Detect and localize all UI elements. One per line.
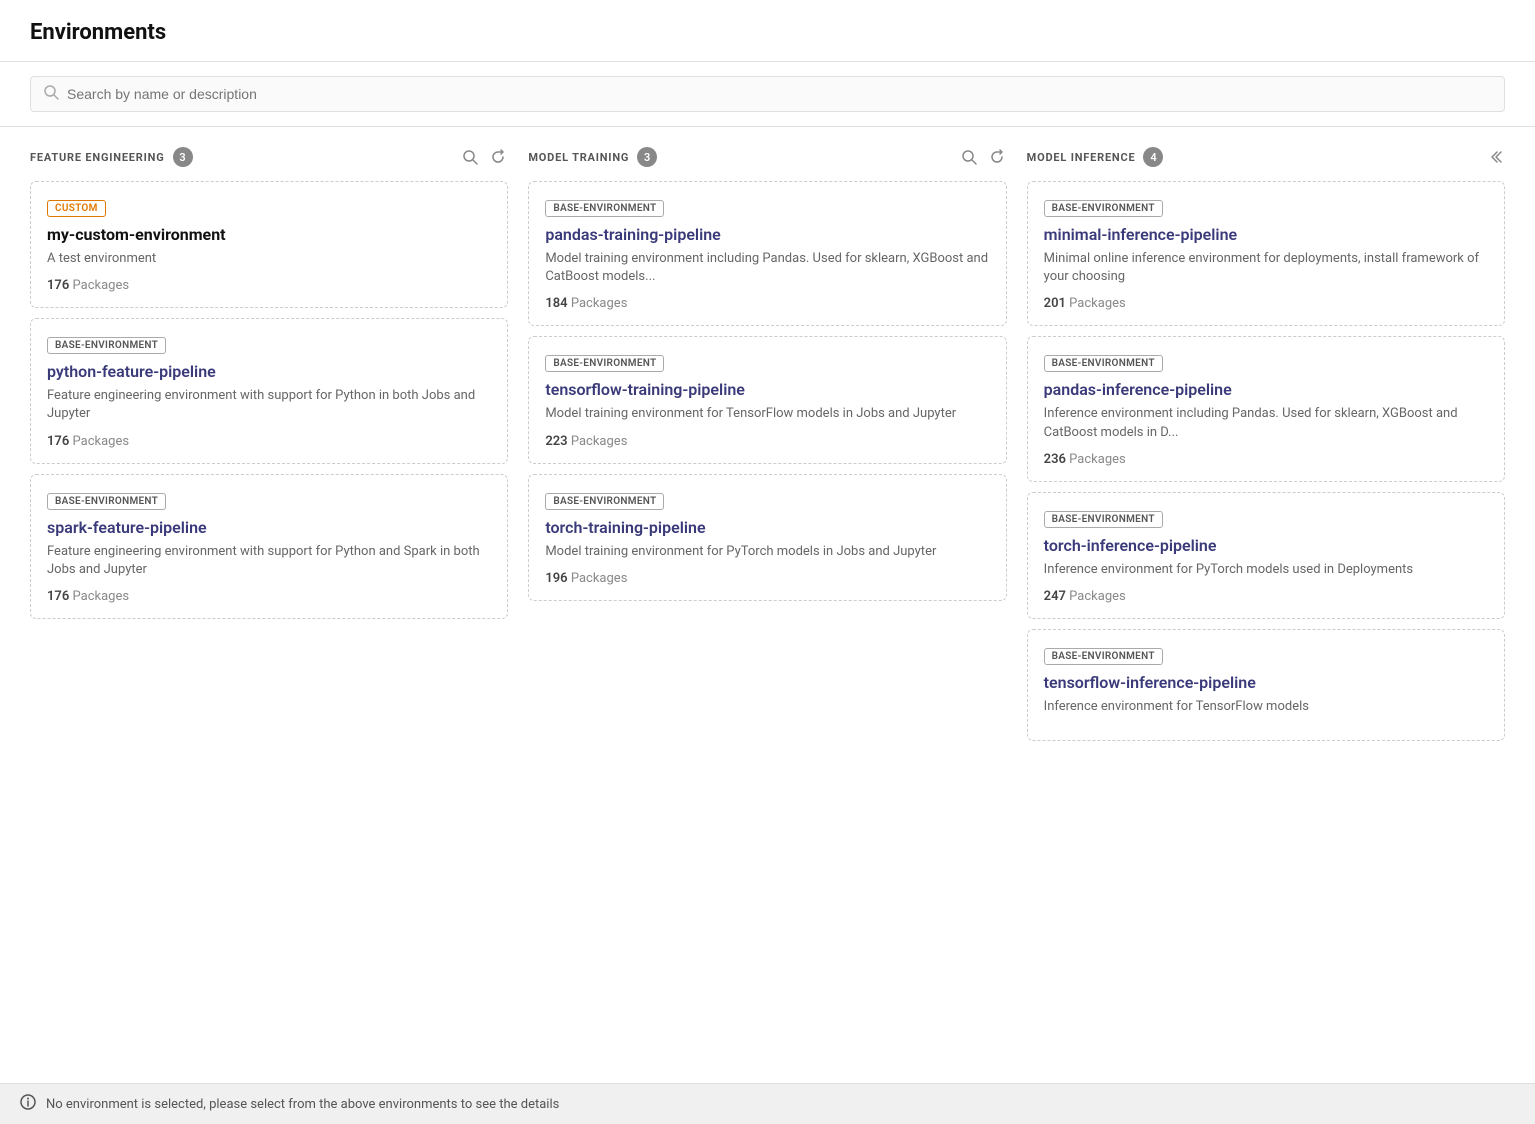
card-packages-model-inference-0: 201 Packages [1044, 296, 1488, 311]
card-model-inference-3[interactable]: BASE-ENVIRONMENT tensorflow-inference-pip… [1027, 629, 1505, 741]
card-desc-model-inference-0: Minimal online inference environment for… [1044, 250, 1488, 286]
card-desc-model-training-0: Model training environment including Pan… [545, 250, 989, 286]
card-packages-model-inference-1: 236 Packages [1044, 452, 1488, 467]
search-bar [0, 62, 1535, 127]
cards-list-model-inference: BASE-ENVIRONMENT minimal-inference-pipeli… [1027, 181, 1505, 1057]
badge-model-inference-2: BASE-ENVIRONMENT [1044, 511, 1163, 528]
search-icon [43, 84, 59, 104]
badge-model-training-1: BASE-ENVIRONMENT [545, 355, 664, 372]
search-input-wrapper[interactable] [30, 76, 1505, 112]
search-action-btn-feature-engineering[interactable] [460, 147, 480, 167]
column-title-feature-engineering: FEATURE ENGINEERING [30, 151, 165, 164]
card-packages-model-training-1: 223 Packages [545, 434, 989, 449]
card-desc-model-inference-1: Inference environment including Pandas. … [1044, 405, 1488, 441]
card-name-model-inference-1: pandas-inference-pipeline [1044, 380, 1488, 399]
card-packages-feature-engineering-0: 176 Packages [47, 278, 491, 293]
card-desc-model-inference-3: Inference environment for TensorFlow mod… [1044, 698, 1488, 716]
card-desc-model-training-2: Model training environment for PyTorch m… [545, 543, 989, 561]
refresh-action-btn-feature-engineering[interactable] [488, 147, 508, 167]
card-model-inference-2[interactable]: BASE-ENVIRONMENT torch-inference-pipeline… [1027, 492, 1505, 619]
badge-model-training-2: BASE-ENVIRONMENT [545, 493, 664, 510]
card-feature-engineering-2[interactable]: BASE-ENVIRONMENT spark-feature-pipeline Fe… [30, 474, 508, 619]
column-model-training: MODEL TRAINING 3 BASE-ENVIRONMENT pandas-t… [528, 147, 1006, 1063]
status-bar: No environment is selected, please selec… [0, 1083, 1535, 1124]
card-feature-engineering-1[interactable]: BASE-ENVIRONMENT python-feature-pipeline F… [30, 318, 508, 463]
card-name-model-training-1: tensorflow-training-pipeline [545, 380, 989, 399]
search-action-btn-model-training[interactable] [959, 147, 979, 167]
column-feature-engineering: FEATURE ENGINEERING 3 CUSTOM my-custom-env… [30, 147, 508, 1063]
page-header: Environments [0, 0, 1535, 62]
column-header-model-training: MODEL TRAINING 3 [528, 147, 1006, 167]
card-model-training-1[interactable]: BASE-ENVIRONMENT tensorflow-training-pipe… [528, 336, 1006, 463]
card-packages-model-training-2: 196 Packages [545, 571, 989, 586]
card-model-inference-1[interactable]: BASE-ENVIRONMENT pandas-inference-pipelin… [1027, 336, 1505, 481]
card-model-training-2[interactable]: BASE-ENVIRONMENT torch-training-pipeline M… [528, 474, 1006, 601]
column-actions-model-training [959, 147, 1007, 167]
column-actions-feature-engineering [460, 147, 508, 167]
refresh-action-btn-model-training[interactable] [987, 147, 1007, 167]
badge-model-inference-0: BASE-ENVIRONMENT [1044, 200, 1163, 217]
card-name-model-inference-3: tensorflow-inference-pipeline [1044, 673, 1488, 692]
card-name-feature-engineering-0: my-custom-environment [47, 225, 491, 244]
column-header-model-inference: MODEL INFERENCE 4 [1027, 147, 1505, 167]
card-name-model-training-0: pandas-training-pipeline [545, 225, 989, 244]
card-packages-model-inference-2: 247 Packages [1044, 589, 1488, 604]
card-name-model-inference-0: minimal-inference-pipeline [1044, 225, 1488, 244]
column-actions-model-inference [1485, 147, 1505, 167]
back-action-btn-model-inference[interactable] [1485, 147, 1505, 167]
search-input[interactable] [67, 86, 1492, 102]
badge-feature-engineering-1: BASE-ENVIRONMENT [47, 337, 166, 354]
card-name-feature-engineering-1: python-feature-pipeline [47, 362, 491, 381]
card-name-model-inference-2: torch-inference-pipeline [1044, 536, 1488, 555]
card-desc-model-inference-2: Inference environment for PyTorch models… [1044, 561, 1488, 579]
card-name-model-training-2: torch-training-pipeline [545, 518, 989, 537]
card-desc-model-training-1: Model training environment for TensorFlo… [545, 405, 989, 423]
card-packages-feature-engineering-2: 176 Packages [47, 589, 491, 604]
card-name-feature-engineering-2: spark-feature-pipeline [47, 518, 491, 537]
card-feature-engineering-0[interactable]: CUSTOM my-custom-environment A test enviro… [30, 181, 508, 308]
card-model-inference-0[interactable]: BASE-ENVIRONMENT minimal-inference-pipeli… [1027, 181, 1505, 326]
card-desc-feature-engineering-0: A test environment [47, 250, 491, 268]
badge-model-inference-1: BASE-ENVIRONMENT [1044, 355, 1163, 372]
cards-list-feature-engineering: CUSTOM my-custom-environment A test enviro… [30, 181, 508, 1063]
badge-feature-engineering-2: BASE-ENVIRONMENT [47, 493, 166, 510]
column-title-model-training: MODEL TRAINING [528, 151, 629, 164]
badge-model-inference-3: BASE-ENVIRONMENT [1044, 648, 1163, 665]
status-message: No environment is selected, please selec… [46, 1097, 559, 1112]
card-packages-model-training-0: 184 Packages [545, 296, 989, 311]
badge-feature-engineering-0: CUSTOM [47, 200, 106, 217]
column-model-inference: MODEL INFERENCE 4 BASE-ENVIRONMENT minimal… [1027, 147, 1505, 1063]
column-count-feature-engineering: 3 [173, 147, 193, 167]
page-title: Environments [30, 20, 1505, 45]
column-count-model-inference: 4 [1143, 147, 1163, 167]
card-packages-feature-engineering-1: 176 Packages [47, 434, 491, 449]
column-count-model-training: 3 [637, 147, 657, 167]
cards-list-model-training: BASE-ENVIRONMENT pandas-training-pipeline… [528, 181, 1006, 1063]
badge-model-training-0: BASE-ENVIRONMENT [545, 200, 664, 217]
card-model-training-0[interactable]: BASE-ENVIRONMENT pandas-training-pipeline… [528, 181, 1006, 326]
info-icon [20, 1094, 36, 1114]
page-wrapper: Environments FEATURE ENGINEERING 3 CUSTOM… [0, 0, 1535, 1124]
main-content: FEATURE ENGINEERING 3 CUSTOM my-custom-env… [0, 127, 1535, 1083]
card-desc-feature-engineering-1: Feature engineering environment with sup… [47, 387, 491, 423]
column-header-feature-engineering: FEATURE ENGINEERING 3 [30, 147, 508, 167]
column-title-model-inference: MODEL INFERENCE [1027, 151, 1136, 164]
card-desc-feature-engineering-2: Feature engineering environment with sup… [47, 543, 491, 579]
